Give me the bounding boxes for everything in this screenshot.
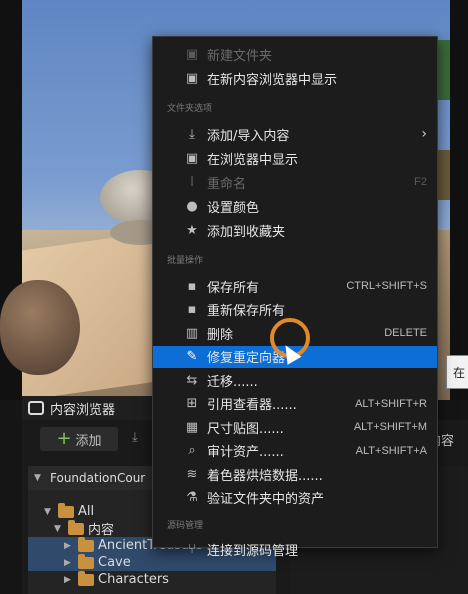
menu-item-label: 设置颜色 xyxy=(207,200,260,216)
menu-item-label: 尺寸贴图...... xyxy=(207,421,284,437)
menu-item-shortcut: F2 xyxy=(414,176,427,188)
menu-item-save[interactable]: ▪ 保存所有 CTRL+SHIFT+S xyxy=(153,275,437,297)
rename-icon: Ⅰ xyxy=(190,174,194,190)
tree-row-label: Characters xyxy=(98,572,169,587)
menu-section-header: 源码管理 xyxy=(167,521,204,531)
folder-tree-title: FoundationCour xyxy=(50,471,146,485)
menu-item-show-in-explorer[interactable]: ▣ 在浏览器中显示 xyxy=(153,147,437,169)
menu-item-label: 连接到源码管理 xyxy=(207,543,299,559)
audit-icon: ⌕ xyxy=(188,443,196,458)
resave-icon: ▪ xyxy=(187,302,197,317)
menu-item-shortcut: CTRL+SHIFT+S xyxy=(346,280,427,292)
viewport-boulder xyxy=(0,280,80,375)
menu-item-label: 在浏览器中显示 xyxy=(207,152,299,168)
menu-item-label: 重命名 xyxy=(207,176,247,192)
submenu-arrow-icon: › xyxy=(421,126,427,142)
menu-item-migrate[interactable]: ⇆ 迁移...... xyxy=(153,369,437,391)
migrate-icon: ⇆ xyxy=(186,372,198,388)
content-browser-tab[interactable]: 内容浏览器 xyxy=(22,396,162,420)
size-map-icon: ▦ xyxy=(185,419,199,435)
context-menu: ▣ 新建文件夹 ▣ 在新内容浏览器中显示文件夹选项 ⤓ 添加/导入内容 › ▣ 在浏览器中显示 Ⅰ… xyxy=(152,36,438,559)
folder-icon xyxy=(68,519,84,535)
star-icon: ★ xyxy=(186,222,198,238)
new-folder-icon: ▣ xyxy=(185,46,199,62)
palette-icon: ● xyxy=(186,198,198,214)
validate-icon: ⚗ xyxy=(186,490,198,505)
menu-item-new-folder[interactable]: ▣ 新建文件夹 xyxy=(153,43,437,65)
menu-item-shortcut: ALT+SHIFT+A xyxy=(355,444,427,457)
wrench-icon: ✎ xyxy=(186,349,198,364)
folder-icon xyxy=(58,502,74,518)
caret-right-icon[interactable]: ▶ xyxy=(64,541,74,551)
reference-viewer-icon: ⊞ xyxy=(186,396,198,411)
tree-row-label: 内容 xyxy=(88,523,115,538)
content-browser-icon xyxy=(28,401,44,415)
caret-right-icon[interactable]: ▶ xyxy=(64,575,74,585)
tree-row-label: Cave xyxy=(98,555,131,570)
import-icon: ⤓ xyxy=(189,126,195,142)
add-button[interactable]: + 添加 xyxy=(40,427,118,451)
menu-item-shortcut: ALT+SHIFT+M xyxy=(353,421,427,433)
menu-item-label: 添加/导入内容 xyxy=(207,128,290,144)
menu-item-label: 迁移...... xyxy=(207,374,258,390)
menu-item-label: 引用查看器...... xyxy=(207,398,297,413)
menu-item-import[interactable]: ⤓ 添加/导入内容 › xyxy=(153,123,437,145)
menu-item-label: 着色器烘焙数据...... xyxy=(207,468,323,484)
tree-row[interactable]: ▶ Characters xyxy=(28,570,276,588)
menu-item-label: 验证文件夹中的资产 xyxy=(207,492,325,507)
menu-item-label: 修复重定向器 xyxy=(207,351,286,366)
menu-item-validate[interactable]: ⚗ 验证文件夹中的资产 xyxy=(153,487,437,509)
menu-item-show-in-browser[interactable]: ▣ 在新内容浏览器中显示 xyxy=(153,67,437,89)
menu-item-palette[interactable]: ● 设置颜色 xyxy=(153,195,437,217)
menu-item-label: 新建文件夹 xyxy=(207,48,273,64)
menu-item-source-control[interactable]: ⑂ 连接到源码管理 xyxy=(153,538,437,560)
menu-section-header: 批量操作 xyxy=(167,256,204,266)
folder-icon xyxy=(78,570,94,586)
plus-icon: + xyxy=(56,428,72,449)
menu-item-label: 添加到收藏夹 xyxy=(207,224,286,240)
menu-item-star[interactable]: ★ 添加到收藏夹 xyxy=(153,219,437,241)
trash-icon: ▥ xyxy=(185,325,199,341)
show-in-explorer-icon: ▣ xyxy=(185,150,199,166)
viewport-right-edge xyxy=(450,0,468,400)
caret-down-icon: ▼ xyxy=(34,473,41,483)
tooltip-fragment: 在 xyxy=(446,355,468,389)
menu-item-rename[interactable]: Ⅰ 重命名 F2 xyxy=(153,171,437,193)
menu-item-resave[interactable]: ▪ 重新保存所有 xyxy=(153,299,437,321)
save-icon: ▪ xyxy=(187,278,197,294)
folder-icon xyxy=(78,553,94,569)
tree-row-label: All xyxy=(78,504,95,519)
menu-item-label: 保存所有 xyxy=(207,280,260,296)
shader-bake-icon: ≋ xyxy=(186,466,198,482)
add-button-label: 添加 xyxy=(75,433,102,449)
menu-item-label: 在新内容浏览器中显示 xyxy=(207,72,338,88)
menu-item-size-map[interactable]: ▦ 尺寸贴图...... ALT+SHIFT+M xyxy=(153,416,437,438)
caret-down-icon[interactable]: ▼ xyxy=(54,524,64,534)
menu-item-audit[interactable]: ⌕ 审计资产...... ALT+SHIFT+A xyxy=(153,440,437,462)
caret-right-icon[interactable]: ▶ xyxy=(64,558,74,568)
source-control-icon: ⑂ xyxy=(188,541,196,557)
menu-item-reference-viewer[interactable]: ⊞ 引用查看器...... ALT+SHIFT+R xyxy=(153,393,437,415)
menu-item-shader-bake[interactable]: ≋ 着色器烘焙数据...... xyxy=(153,463,437,485)
menu-item-label: 重新保存所有 xyxy=(207,304,286,319)
content-browser-title: 内容浏览器 xyxy=(50,402,116,418)
show-in-browser-icon: ▣ xyxy=(185,70,199,86)
menu-item-shortcut: ALT+SHIFT+R xyxy=(355,397,427,410)
menu-item-shortcut: DELETE xyxy=(384,327,427,339)
import-icon[interactable]: ⤓ xyxy=(132,430,150,448)
caret-down-icon[interactable]: ▼ xyxy=(44,507,54,517)
menu-item-label: 审计资产...... xyxy=(207,445,284,460)
menu-section-header: 文件夹选项 xyxy=(167,104,213,114)
folder-icon xyxy=(78,536,94,552)
